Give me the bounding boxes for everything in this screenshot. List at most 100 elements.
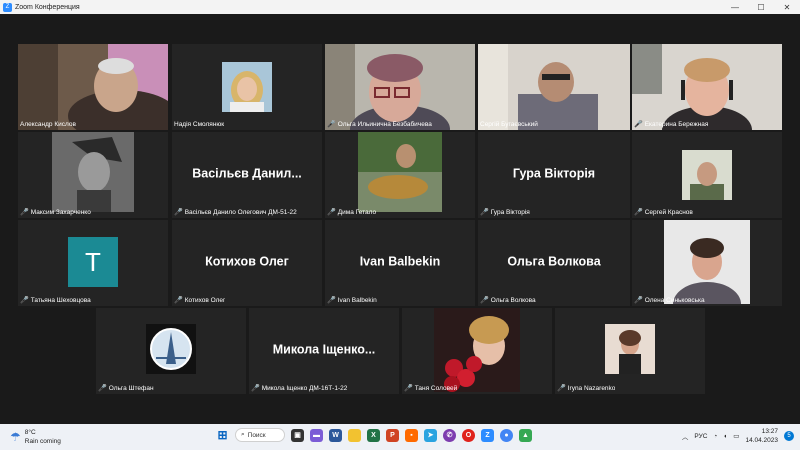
participant-tile[interactable]: 🎤 Сергей Краснов [632, 132, 782, 218]
window-title: Zoom Конференция [15, 3, 80, 11]
notification-badge[interactable]: 5 [784, 431, 794, 441]
participant-tile[interactable]: 🎤 Максим Захарченко [18, 132, 168, 218]
participant-display-name: Ольга Волкова [507, 254, 601, 269]
mic-muted-icon: 🎤 [480, 297, 489, 304]
zoom-logo-icon: Z [3, 2, 12, 12]
avatar-initial: T [68, 237, 118, 287]
participant-name: Iryna Nazarenko [567, 384, 616, 392]
avatar [664, 220, 750, 304]
start-windows-icon[interactable]: ⊞ [216, 428, 229, 442]
participant-tile[interactable]: 🎤 Екатерина Бережная [632, 44, 782, 130]
participant-name: Ольга Штефан [108, 384, 154, 392]
windows-taskbar: ☂ 8°C Rain coming ⊞ ⌕ Поиск ▣ ▬ W X P ▪ … [0, 424, 800, 450]
participant-tile[interactable]: Васільєв Данил... 🎤 Васільєв Данило Олего… [172, 132, 322, 218]
participant-name: Дима Гетало [337, 208, 377, 216]
participant-tile-active-speaker[interactable]: Сергій Бугаєвський [478, 44, 630, 130]
participant-display-name: Гура Вікторія [512, 166, 596, 181]
maximize-button[interactable]: ☐ [748, 0, 774, 14]
participant-tile[interactable]: T 🎤 Татьяна Шеховцова [18, 220, 168, 306]
avatar [222, 62, 272, 112]
participant-display-name: Васільєв Данил... [192, 166, 302, 181]
mic-muted-icon: 🎤 [634, 121, 643, 128]
battery-icon[interactable]: ▭ [733, 432, 739, 440]
weather-widget[interactable]: ☂ 8°C Rain coming [10, 428, 61, 446]
participant-name: Сергій Бугаєвський [480, 121, 538, 128]
weather-desc: Rain coming [24, 438, 61, 445]
mic-muted-icon: 🎤 [20, 297, 29, 304]
date: 14.04.2023 [745, 437, 778, 444]
mic-muted-icon: 🎤 [404, 385, 413, 392]
participant-tile[interactable]: 🎤 Таня Соловей [402, 308, 552, 394]
participant-name: Ольга Ильинична Безбабичева [337, 120, 432, 128]
participant-tile[interactable]: Микола Іщенко... 🎤 Микола Іщенко ДМ-16Т-1… [249, 308, 399, 394]
zoom-icon[interactable]: Z [481, 428, 494, 442]
rain-icon: ☂ [10, 430, 21, 444]
participant-video [478, 44, 630, 130]
volume-icon[interactable]: ◖ [723, 433, 727, 440]
app-icon[interactable]: ▲ [519, 428, 532, 442]
participant-tile[interactable]: 🎤 Iryna Nazarenko [555, 308, 705, 394]
avatar [146, 324, 196, 374]
participant-tile[interactable]: Александр Кислов [18, 44, 168, 130]
participant-tile[interactable]: 🎤 Олена Синьковська [632, 220, 782, 306]
participant-name: Сергей Краснов [644, 208, 693, 216]
participant-tile[interactable]: Ольга Волкова 🎤 Ольга Волкова [478, 220, 630, 306]
participant-name: Татьяна Шеховцова [30, 296, 91, 304]
taskbar-apps: ⊞ ⌕ Поиск ▣ ▬ W X P ▪ ➤ ✆ O Z ● ▲ [216, 428, 532, 442]
participant-name: Ivan Balbekin [337, 296, 377, 304]
participant-tile[interactable]: Гура Вікторія 🎤 Гура Вікторія [478, 132, 630, 218]
wifi-icon[interactable]: ◔ [713, 433, 717, 440]
close-button[interactable]: ✕ [774, 0, 800, 14]
weather-temp: 8°C [24, 429, 36, 436]
mic-muted-icon: 🎤 [20, 209, 29, 216]
avatar [682, 150, 732, 200]
participant-display-name: Микола Іщенко... [272, 342, 376, 357]
participant-tile[interactable]: 🎤 Дима Гетало [325, 132, 475, 218]
minimize-button[interactable]: — [722, 0, 748, 14]
chevron-up-icon[interactable]: ︿ [682, 431, 689, 441]
taskbar-search[interactable]: ⌕ Поиск [235, 428, 285, 442]
mic-muted-icon: 🎤 [327, 121, 336, 128]
teams-chat-icon[interactable]: ▬ [310, 428, 323, 442]
chrome-icon[interactable]: ● [500, 428, 513, 442]
participant-tile[interactable]: 🎤 Ольга Ильинична Безбабичева [325, 44, 475, 130]
mic-muted-icon: 🎤 [174, 209, 183, 216]
mic-muted-icon: 🎤 [634, 209, 643, 216]
participant-tile[interactable]: 🎤 Ольга Штефан [96, 308, 246, 394]
participant-name: Олена Синьковська [644, 296, 705, 304]
search-label: Поиск [247, 431, 266, 439]
mic-muted-icon: 🎤 [327, 209, 336, 216]
mic-muted-icon: 🎤 [634, 297, 643, 304]
avatar [605, 324, 655, 374]
viber-icon[interactable]: ✆ [443, 428, 456, 442]
participant-name: Максим Захарченко [30, 208, 91, 216]
participant-name: Васільєв Данило Олегович ДМ-51-22 [184, 208, 297, 216]
participant-tile[interactable]: Котихов Олег 🎤 Котихов Олег [172, 220, 322, 306]
excel-icon[interactable]: X [367, 428, 380, 442]
store-icon[interactable]: ▪ [405, 428, 418, 442]
file-explorer-icon[interactable] [348, 428, 361, 442]
zoom-window: Z Zoom Конференция — ☐ ✕ Александр Кисло… [0, 0, 800, 424]
lang-indicator[interactable]: РУС [694, 433, 707, 440]
telegram-icon[interactable]: ➤ [424, 428, 437, 442]
task-view-icon[interactable]: ▣ [291, 428, 304, 442]
mic-muted-icon: 🎤 [327, 297, 336, 304]
avatar [434, 308, 520, 392]
powerpoint-icon[interactable]: P [386, 428, 399, 442]
title-bar: Z Zoom Конференция — ☐ ✕ [0, 0, 800, 14]
participant-name: Надія Смолянюк [174, 121, 225, 128]
participant-name: Микола Іщенко ДМ-16Т-1-22 [261, 384, 348, 392]
participant-display-name: Ivan Balbekin [359, 254, 441, 269]
participant-name: Гура Вікторія [490, 208, 530, 216]
participant-name: Александр Кислов [20, 121, 76, 128]
search-icon: ⌕ [241, 431, 245, 438]
word-icon[interactable]: W [329, 428, 342, 442]
clock[interactable]: 13:27 14.04.2023 [745, 427, 778, 445]
mic-muted-icon: 🎤 [480, 209, 489, 216]
participant-display-name: Котихов Олег [205, 254, 289, 269]
opera-icon[interactable]: O [462, 428, 475, 442]
participant-name: Таня Соловей [414, 384, 458, 392]
participant-tile[interactable]: Надія Смолянюк [172, 44, 322, 130]
participant-tile[interactable]: Ivan Balbekin 🎤 Ivan Balbekin [325, 220, 475, 306]
mic-muted-icon: 🎤 [174, 297, 183, 304]
